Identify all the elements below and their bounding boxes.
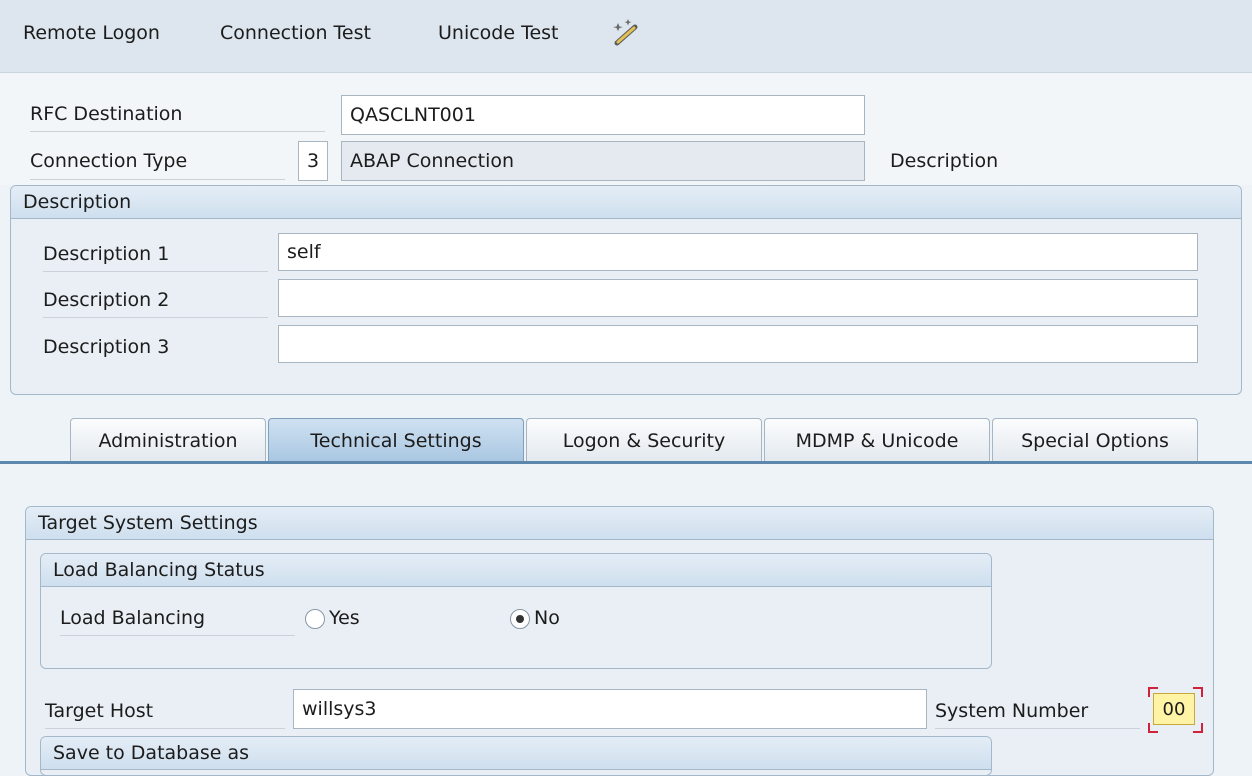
load-balancing-underline (60, 635, 295, 636)
description-1-value: self (287, 241, 321, 263)
system-number-label: System Number (935, 700, 1089, 722)
tab-mdmp-unicode[interactable]: MDMP & Unicode (764, 418, 990, 462)
remote-logon-button[interactable]: Remote Logon (23, 22, 160, 44)
tab-logon-security[interactable]: Logon & Security (526, 418, 762, 462)
tab-administration-label: Administration (98, 429, 238, 452)
connection-type-description-label: Description (890, 150, 999, 172)
description-3-label: Description 3 (43, 336, 170, 358)
application-toolbar: Remote Logon Connection Test Unicode Tes… (0, 0, 1252, 73)
wand-icon[interactable] (610, 18, 644, 48)
tab-mdmp-unicode-label: MDMP & Unicode (795, 429, 959, 452)
connection-type-text: ABAP Connection (350, 150, 515, 172)
tab-technical-settings[interactable]: Technical Settings (268, 418, 524, 462)
description-group-title: Description (11, 186, 1241, 219)
tab-special-options[interactable]: Special Options (992, 418, 1198, 462)
target-host-underline (45, 728, 285, 729)
description-1-underline (43, 271, 268, 272)
target-host-label: Target Host (45, 700, 154, 722)
connection-type-code-field[interactable]: 3 (298, 141, 328, 181)
load-balancing-yes-label: Yes (329, 607, 360, 629)
target-host-value: willsys3 (302, 698, 377, 720)
tab-special-options-label: Special Options (1021, 429, 1169, 452)
connection-type-label: Connection Type (30, 150, 188, 172)
load-balancing-no-radio[interactable] (510, 609, 530, 629)
connection-test-button[interactable]: Connection Test (220, 22, 371, 44)
target-host-field[interactable]: willsys3 (293, 689, 927, 729)
description-2-underline (43, 317, 268, 318)
rfc-destination-value: QASCLNT001 (350, 104, 476, 126)
focus-corner-top-right (1193, 687, 1203, 697)
tab-technical-settings-label: Technical Settings (310, 429, 482, 452)
load-balancing-no-label: No (534, 607, 560, 629)
connection-type-underline (30, 179, 285, 180)
system-number-field[interactable]: 00 (1153, 693, 1195, 725)
system-number-underline (935, 728, 1140, 729)
focus-corner-bottom-right (1193, 723, 1203, 733)
description-1-label: Description 1 (43, 243, 170, 265)
save-to-database-group: Save to Database as (40, 736, 992, 776)
load-balancing-status-title: Load Balancing Status (41, 554, 991, 587)
load-balancing-label: Load Balancing (60, 607, 206, 629)
tab-administration[interactable]: Administration (70, 418, 266, 462)
tab-logon-security-label: Logon & Security (562, 429, 726, 452)
system-number-value: 00 (1162, 698, 1186, 720)
focus-corner-bottom-left (1148, 723, 1158, 733)
load-balancing-yes-radio[interactable] (305, 609, 325, 629)
target-system-settings-title: Target System Settings (26, 507, 1213, 540)
description-2-field[interactable] (278, 279, 1198, 317)
rfc-destination-label: RFC Destination (30, 103, 183, 125)
save-to-database-title: Save to Database as (41, 737, 991, 770)
description-1-field[interactable]: self (278, 233, 1198, 271)
connection-type-text-field: ABAP Connection (341, 141, 865, 181)
rfc-destination-field[interactable]: QASCLNT001 (341, 95, 865, 135)
unicode-test-button[interactable]: Unicode Test (438, 22, 559, 44)
description-3-field[interactable] (278, 325, 1198, 363)
focus-corner-top-left (1148, 687, 1158, 697)
rfc-destination-underline (30, 131, 325, 132)
description-2-label: Description 2 (43, 289, 170, 311)
radio-selected-dot (516, 615, 524, 623)
connection-type-code: 3 (306, 150, 320, 172)
